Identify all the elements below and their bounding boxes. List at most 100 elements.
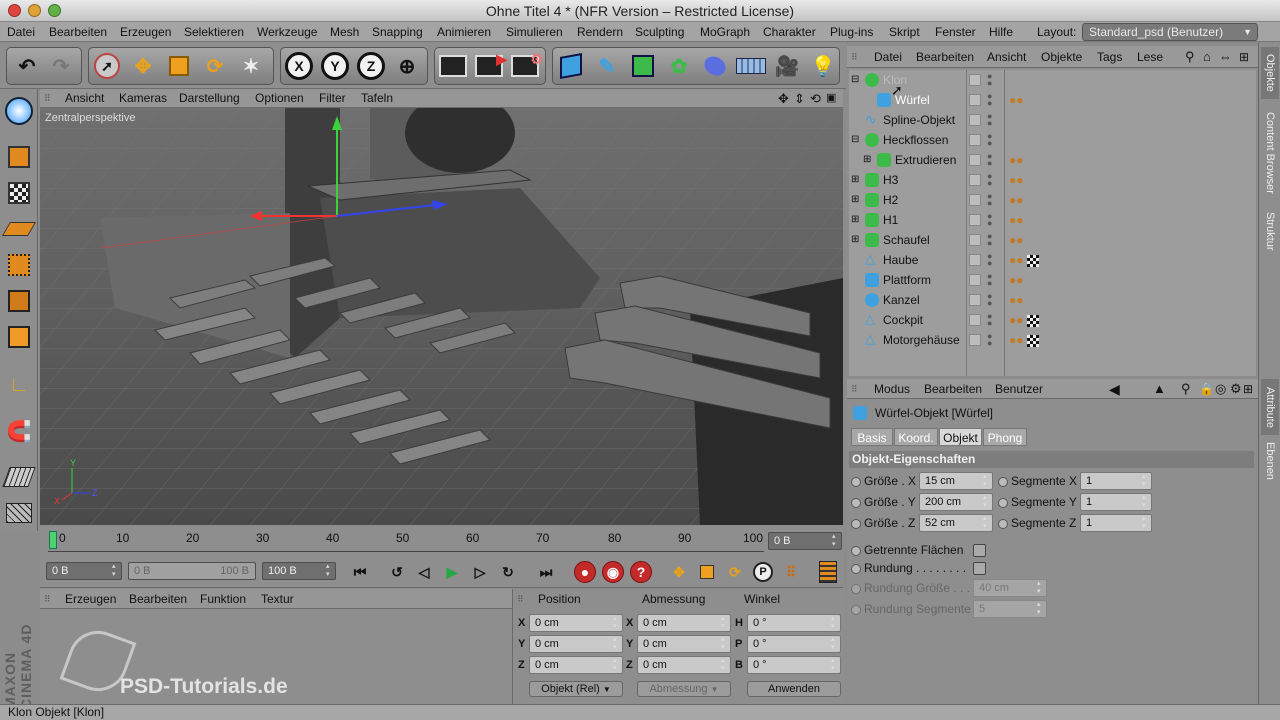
expand-icon[interactable]: ⊞: [863, 150, 871, 170]
menu-skript[interactable]: Skript: [889, 22, 920, 42]
visibility-toggle[interactable]: [969, 314, 981, 326]
object-row-extrudieren[interactable]: ⊞ Extrudieren ● ● ●●: [849, 150, 1256, 170]
material-tag-icon[interactable]: ●●: [1009, 253, 1039, 267]
menu-simulieren[interactable]: Simulieren: [506, 22, 563, 42]
visibility-toggle[interactable]: [969, 174, 981, 186]
seg-z-field[interactable]: 1: [1080, 514, 1152, 532]
polygons-mode-icon[interactable]: [3, 321, 35, 353]
workplane-lock-icon[interactable]: [3, 497, 35, 529]
om-menu-tags[interactable]: Tags: [1097, 46, 1122, 68]
seg-y-animate-radio[interactable]: [998, 498, 1008, 508]
cube-icon[interactable]: [555, 50, 587, 82]
menu-plugins[interactable]: Plug-ins: [830, 22, 873, 42]
pos-x-field[interactable]: 0 cm: [529, 614, 623, 632]
floor-icon[interactable]: [735, 50, 767, 82]
size-mode-select[interactable]: Abmessung ▼: [637, 681, 731, 697]
object-row-h2[interactable]: ⊞ H2 ● ● ●●: [849, 190, 1256, 210]
autokey-icon[interactable]: ◉: [601, 560, 625, 584]
viewport-menu-darstellung[interactable]: Darstellung: [179, 89, 240, 108]
apply-button[interactable]: Anwenden: [747, 681, 841, 697]
lock-icon[interactable]: 🔒: [1199, 379, 1214, 399]
material-tag-icon[interactable]: ●●: [1009, 293, 1024, 307]
expand-icon[interactable]: ⊞: [851, 230, 859, 250]
fillet-animate-radio[interactable]: [851, 564, 861, 574]
viewport-menu-filter[interactable]: Filter: [319, 89, 346, 108]
attr-menu-bearbeiten[interactable]: Bearbeiten: [924, 379, 982, 399]
pos-z-field[interactable]: 0 cm: [529, 656, 623, 674]
menu-selektieren[interactable]: Selektieren: [184, 22, 244, 42]
axis-mode-icon[interactable]: ∟: [3, 369, 35, 401]
texture-mode-icon[interactable]: [3, 177, 35, 209]
material-tag-icon[interactable]: ●●: [1009, 193, 1024, 207]
object-row-plattform[interactable]: Plattform ● ● ●●: [849, 270, 1256, 290]
render-dots[interactable]: ● ●: [987, 112, 992, 128]
menu-werkzeuge[interactable]: Werkzeuge: [257, 22, 317, 42]
side-tab-struktur[interactable]: Struktur: [1261, 205, 1279, 257]
object-row-spline[interactable]: ∿ Spline-Objekt ● ●: [849, 110, 1256, 130]
move-icon[interactable]: ✥: [127, 50, 159, 82]
checker-tag-icon[interactable]: [1026, 314, 1039, 327]
viewport-menu-ansicht[interactable]: Ansicht: [65, 89, 104, 108]
viewport-rotate-icon[interactable]: ⟲: [810, 89, 821, 108]
render-dots[interactable]: ● ●: [987, 252, 992, 268]
visibility-toggle[interactable]: [969, 194, 981, 206]
rot-b-field[interactable]: 0 °: [747, 656, 841, 674]
pos-y-field[interactable]: 0 cm: [529, 635, 623, 653]
tab-phong[interactable]: Phong: [983, 428, 1027, 446]
size-z-field[interactable]: 0 cm: [637, 656, 731, 674]
coordinate-system-icon[interactable]: ⊕: [391, 50, 423, 82]
camera-icon[interactable]: 🎥: [771, 50, 803, 82]
material-menu-funktion[interactable]: Funktion: [200, 589, 246, 609]
object-mode-icon[interactable]: [3, 141, 35, 173]
om-menu-ansicht[interactable]: Ansicht: [987, 46, 1026, 68]
seg-x-animate-radio[interactable]: [998, 477, 1008, 487]
menu-bearbeiten[interactable]: Bearbeiten: [49, 22, 107, 42]
fillet-seg-field[interactable]: 5: [973, 600, 1047, 618]
checker-tag-icon[interactable]: [1026, 254, 1039, 267]
attr-menu-modus[interactable]: Modus: [874, 379, 910, 399]
render-dots[interactable]: ● ●: [987, 72, 992, 88]
render-dots[interactable]: ● ●: [987, 152, 992, 168]
object-row-wuerfel[interactable]: Würfel ● ● ●●: [849, 90, 1256, 110]
render-picture-viewer-icon[interactable]: ▶: [473, 50, 507, 82]
material-tag-icon[interactable]: ●●: [1009, 233, 1024, 247]
select-cursor-icon[interactable]: ➚: [91, 50, 123, 82]
material-tag-icon[interactable]: ●●: [1009, 153, 1024, 167]
checker-tag-icon[interactable]: [1026, 334, 1039, 347]
record-active-icon[interactable]: ●: [573, 560, 597, 584]
visibility-toggle[interactable]: [969, 274, 981, 286]
current-frame-field[interactable]: 0 B: [768, 532, 842, 550]
subdivision-icon[interactable]: [627, 50, 659, 82]
snap-grid-icon[interactable]: [2, 461, 36, 493]
viewport-zoom-icon[interactable]: ⇕: [794, 89, 805, 108]
render-dots[interactable]: ● ●: [987, 232, 992, 248]
visibility-toggle[interactable]: [969, 94, 981, 106]
size-x-animate-radio[interactable]: [851, 477, 861, 487]
seg-x-field[interactable]: 1: [1080, 472, 1152, 490]
object-row-klon[interactable]: ⊟ Klon ● ●: [849, 70, 1256, 90]
rotate-icon[interactable]: ⟳: [199, 50, 231, 82]
object-row-motorgehaeuse[interactable]: △ Motorgehäuse ● ● ●●: [849, 330, 1256, 350]
back-arrow-icon[interactable]: ◀: [1109, 379, 1120, 399]
search-icon[interactable]: ⚲: [1185, 46, 1195, 68]
undo-icon[interactable]: ↶: [11, 50, 43, 82]
viewport-menu-optionen[interactable]: Optionen: [255, 89, 304, 108]
om-menu-objekte[interactable]: Objekte: [1041, 46, 1082, 68]
pla-key-icon[interactable]: ⠿: [779, 560, 803, 584]
expand-icon[interactable]: ⊞: [851, 190, 859, 210]
keyframe-selection-icon[interactable]: ?: [629, 560, 653, 584]
seg-z-animate-radio[interactable]: [998, 519, 1008, 529]
scale-icon[interactable]: [163, 50, 195, 82]
workplane-icon[interactable]: [1, 213, 37, 245]
render-dots[interactable]: ● ●: [987, 192, 992, 208]
light-icon[interactable]: 💡: [807, 50, 839, 82]
collapse-icon[interactable]: ⊟: [851, 70, 859, 90]
material-tag-icon[interactable]: ●●: [1009, 313, 1039, 327]
object-row-kanzel[interactable]: Kanzel ● ● ●●: [849, 290, 1256, 310]
rot-p-field[interactable]: 0 °: [747, 635, 841, 653]
points-mode-icon[interactable]: [3, 249, 35, 281]
end-frame-field[interactable]: 100 B: [262, 562, 336, 580]
play-icon[interactable]: ▶: [440, 560, 464, 584]
side-tab-ebenen[interactable]: Ebenen: [1261, 439, 1279, 483]
visibility-toggle[interactable]: [969, 214, 981, 226]
